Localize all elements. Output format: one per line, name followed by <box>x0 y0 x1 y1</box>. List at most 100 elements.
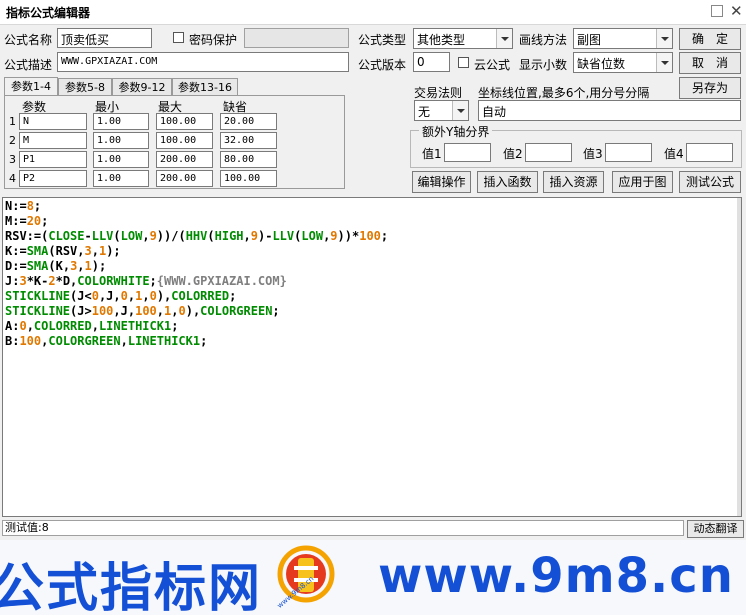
dynamic-translate-button[interactable]: 动态翻译 <box>687 520 744 538</box>
insert-function-button[interactable]: 插入函数 <box>477 171 538 193</box>
code-token: COLORRED <box>171 289 230 303</box>
code-token: )- <box>258 229 273 243</box>
coord-line-label: 坐标线位置,最多6个,用分号分隔 <box>478 86 650 100</box>
insert-resource-button[interactable]: 插入资源 <box>543 171 604 193</box>
test-formula-button[interactable]: 测试公式 <box>679 171 741 193</box>
code-token: , <box>77 259 85 273</box>
y-value-2-input[interactable] <box>525 143 572 162</box>
code-token: , <box>243 229 251 243</box>
code-line: STICKLINE(J>100,J,100,1,0),COLORGREEN; <box>5 304 388 319</box>
watermark-left-text: 公式指标网 <box>0 559 263 615</box>
formula-version-input[interactable]: 0 <box>413 52 450 72</box>
param-name-input[interactable]: P2 <box>19 170 87 187</box>
param-default-input[interactable]: 20.00 <box>220 113 277 130</box>
code-editor[interactable]: N:=8; M:=20; RSV:=(CLOSE-LLV(LOW,9))/(HHV(… <box>2 197 742 517</box>
formula-type-value: 其他类型 <box>417 33 466 47</box>
code-token: (J< <box>70 289 92 303</box>
y-value-3-input[interactable] <box>605 143 652 162</box>
code-token: {WWW.GPXIAZAI.COM} <box>156 274 287 288</box>
apply-to-chart-button[interactable]: 应用于图 <box>612 171 673 193</box>
param-default-input[interactable]: 32.00 <box>220 132 277 149</box>
param-default-input[interactable]: 80.00 <box>220 151 277 168</box>
watermark-banner: 公式指标网 www.9m8.cn <box>0 540 746 615</box>
code-token: ; <box>200 334 208 348</box>
draw-method-select[interactable]: 副图 <box>573 28 673 49</box>
param-name-input[interactable]: P1 <box>19 151 87 168</box>
code-token: ; <box>380 229 389 243</box>
param-default-input[interactable]: 100.00 <box>220 170 277 187</box>
code-token: ); <box>91 259 107 273</box>
code-token: ))* <box>337 229 360 243</box>
param-min-input[interactable]: 1.00 <box>93 151 149 168</box>
code-token: RSV:=( <box>5 229 49 243</box>
tab-params-5-8[interactable]: 参数5-8 <box>58 78 112 96</box>
code-token: LOW <box>120 229 143 243</box>
y-axis-group: 额外Y轴分界 值1 值2 值3 值4 <box>410 123 742 168</box>
code-text: N:=8; M:=20; RSV:=(CLOSE-LLV(LOW,9))/(HHV(… <box>5 199 388 349</box>
code-token: COLORRED <box>33 319 92 333</box>
code-line: RSV:=(CLOSE-LLV(LOW,9))/(HHV(HIGH,9)-LLV… <box>5 229 388 244</box>
chevron-down-icon <box>656 53 672 72</box>
draw-method-label: 画线方法 <box>519 33 568 47</box>
code-token: , <box>142 289 150 303</box>
tab-params-9-12[interactable]: 参数9-12 <box>112 78 172 96</box>
code-token: LLV <box>91 229 114 243</box>
code-line: N:=8; <box>5 199 388 214</box>
code-token: A: <box>5 319 20 333</box>
save-as-button[interactable]: 另存为 <box>679 77 741 99</box>
tab-params-13-16[interactable]: 参数13-16 <box>172 78 238 96</box>
code-token: 9 <box>250 229 258 243</box>
formula-name-label: 公式名称 <box>4 33 53 47</box>
code-token: M:= <box>5 214 27 228</box>
decimal-select[interactable]: 缺省位数 <box>573 52 673 73</box>
code-token: , <box>26 319 34 333</box>
param-max-input[interactable]: 200.00 <box>156 151 213 168</box>
param-min-input[interactable]: 1.00 <box>93 132 149 149</box>
password-input[interactable] <box>244 28 349 48</box>
code-token: LINETHICK1 <box>127 334 201 348</box>
code-token: SMA <box>26 259 49 273</box>
password-checkbox[interactable] <box>173 32 184 43</box>
y-value-label: 值4 <box>664 147 684 161</box>
code-token: *D, <box>55 274 78 288</box>
trade-rule-value: 无 <box>418 105 431 119</box>
trade-rule-label: 交易法则 <box>414 86 463 100</box>
y-value-1-input[interactable] <box>444 143 491 162</box>
close-icon[interactable]: ✕ <box>730 2 743 20</box>
cloud-checkbox[interactable] <box>458 57 469 68</box>
code-token: 100 <box>135 304 157 318</box>
title-bar: 指标公式编辑器 ✕ <box>0 0 746 25</box>
param-max-input[interactable]: 100.00 <box>156 113 213 130</box>
code-line: K:=SMA(RSV,3,1); <box>5 244 388 259</box>
y-value-4-input[interactable] <box>686 143 733 162</box>
code-token: ; <box>229 289 237 303</box>
code-token: ), <box>156 289 172 303</box>
param-name-input[interactable]: M <box>19 132 87 149</box>
chevron-down-icon <box>656 29 672 48</box>
formula-name-input[interactable]: 顶卖低买 <box>57 28 152 48</box>
formula-type-select[interactable]: 其他类型 <box>413 28 513 49</box>
editor-scrollbar[interactable] <box>737 198 741 516</box>
tab-params-1-4[interactable]: 参数1-4 <box>4 77 58 97</box>
code-token: 0 <box>149 289 157 303</box>
code-token: 3 <box>19 274 27 288</box>
code-token: COLORGREEN <box>48 334 121 348</box>
param-max-input[interactable]: 100.00 <box>156 132 213 149</box>
code-token: ; <box>41 214 49 228</box>
edit-ops-button[interactable]: 编辑操作 <box>412 171 471 193</box>
restore-button[interactable] <box>711 5 723 17</box>
coord-line-input[interactable]: 自动 <box>478 100 741 121</box>
param-max-input[interactable]: 200.00 <box>156 170 213 187</box>
param-name-input[interactable]: N <box>19 113 87 130</box>
formula-version-label: 公式版本 <box>358 58 407 72</box>
trade-rule-select[interactable]: 无 <box>414 100 469 121</box>
code-token: 2 <box>48 274 56 288</box>
param-row-number: 4 <box>9 172 16 185</box>
cancel-button[interactable]: 取 消 <box>679 52 741 74</box>
param-min-input[interactable]: 1.00 <box>93 113 149 130</box>
code-token: (K, <box>48 259 71 273</box>
chevron-down-icon <box>496 29 512 48</box>
formula-desc-input[interactable]: WWW.GPXIAZAI.COM <box>57 52 349 72</box>
param-min-input[interactable]: 1.00 <box>93 170 149 187</box>
ok-button[interactable]: 确 定 <box>679 28 741 50</box>
